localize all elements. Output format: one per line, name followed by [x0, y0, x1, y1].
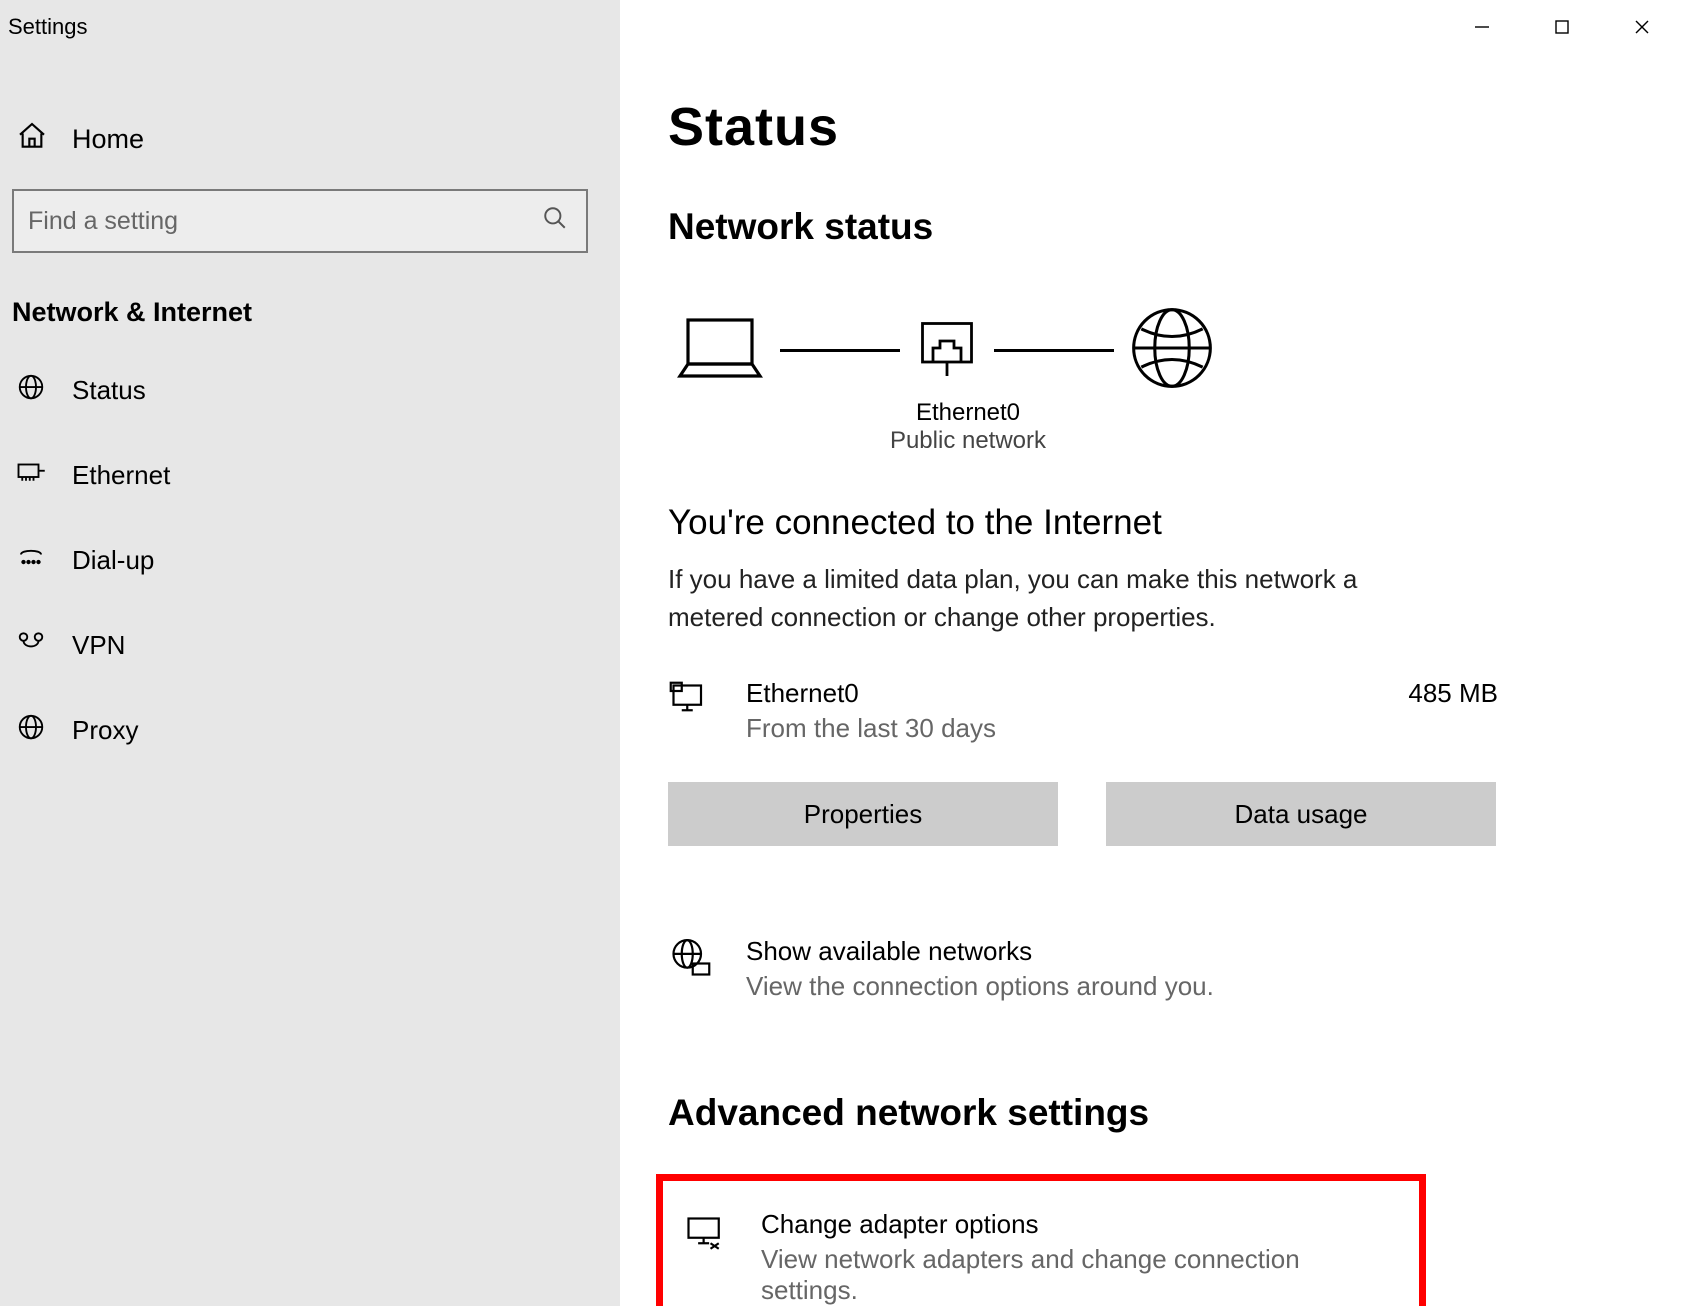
monitor-ethernet-icon: [668, 678, 712, 729]
ethernet-icon: [16, 457, 46, 494]
sidebar-item-vpn[interactable]: VPN: [0, 603, 620, 688]
close-button[interactable]: [1602, 0, 1682, 54]
search-icon: [542, 205, 568, 238]
properties-button[interactable]: Properties: [668, 782, 1058, 846]
advanced-heading: Advanced network settings: [668, 1092, 1634, 1134]
change-adapter-title: Change adapter options: [761, 1209, 1399, 1240]
internet-globe-icon: [1126, 302, 1218, 399]
dialup-icon: [16, 542, 46, 579]
show-networks-link[interactable]: Show available networks View the connect…: [668, 936, 1634, 1002]
sidebar: Settings Home: [0, 0, 620, 1306]
page-title: Status: [668, 96, 1634, 158]
diagram-connection-type: Public network: [668, 427, 1268, 455]
titlebar: Settings: [0, 0, 620, 54]
data-usage-value: 485 MB: [1408, 678, 1498, 709]
settings-window: Settings Home: [0, 0, 1682, 1306]
show-networks-title: Show available networks: [746, 936, 1214, 967]
change-adapter-subtitle: View network adapters and change connect…: [761, 1244, 1399, 1306]
sidebar-item-ethernet[interactable]: Ethernet: [0, 433, 620, 518]
sidebar-item-status[interactable]: Status: [0, 348, 620, 433]
change-adapter-link[interactable]: Change adapter options View network adap…: [683, 1209, 1399, 1306]
search-input[interactable]: [28, 207, 572, 236]
main-panel: Status Network status: [620, 0, 1682, 1306]
adapter-icon: [683, 1209, 727, 1262]
sidebar-item-dialup[interactable]: Dial-up: [0, 518, 620, 603]
highlight-annotation: Change adapter options View network adap…: [656, 1174, 1426, 1306]
window-title: Settings: [8, 14, 88, 40]
search-input-wrap[interactable]: [12, 189, 588, 253]
connected-heading: You're connected to the Internet: [668, 503, 1634, 543]
home-label: Home: [72, 124, 144, 155]
connection-subtitle: From the last 30 days: [746, 713, 996, 744]
globe-icon: [16, 372, 46, 409]
sidebar-item-label: Proxy: [72, 715, 138, 746]
diagram-line: [780, 349, 900, 352]
network-status-heading: Network status: [668, 206, 1634, 248]
connected-body: If you have a limited data plan, you can…: [668, 561, 1428, 636]
diagram-line: [994, 349, 1114, 352]
sidebar-item-label: VPN: [72, 630, 125, 661]
laptop-icon: [672, 312, 768, 389]
home-nav[interactable]: Home: [0, 90, 620, 189]
sidebar-section-title: Network & Internet: [0, 253, 620, 348]
sidebar-item-label: Ethernet: [72, 460, 170, 491]
sidebar-item-label: Dial-up: [72, 545, 154, 576]
maximize-button[interactable]: [1522, 0, 1602, 54]
show-networks-subtitle: View the connection options around you.: [746, 971, 1214, 1002]
connection-row: Ethernet0 From the last 30 days 485 MB: [668, 678, 1498, 744]
sidebar-item-proxy[interactable]: Proxy: [0, 688, 620, 773]
vpn-icon: [16, 627, 46, 664]
network-diagram: [672, 302, 1634, 399]
sidebar-item-label: Status: [72, 375, 146, 406]
minimize-button[interactable]: [1442, 0, 1522, 54]
diagram-connection-name: Ethernet0: [668, 399, 1268, 427]
proxy-icon: [16, 712, 46, 749]
connection-name: Ethernet0: [746, 678, 996, 709]
data-usage-button[interactable]: Data usage: [1106, 782, 1496, 846]
ethernet-port-icon: [912, 313, 982, 388]
home-icon: [16, 120, 48, 159]
window-controls: [1442, 0, 1682, 54]
globe-monitor-icon: [668, 936, 712, 985]
